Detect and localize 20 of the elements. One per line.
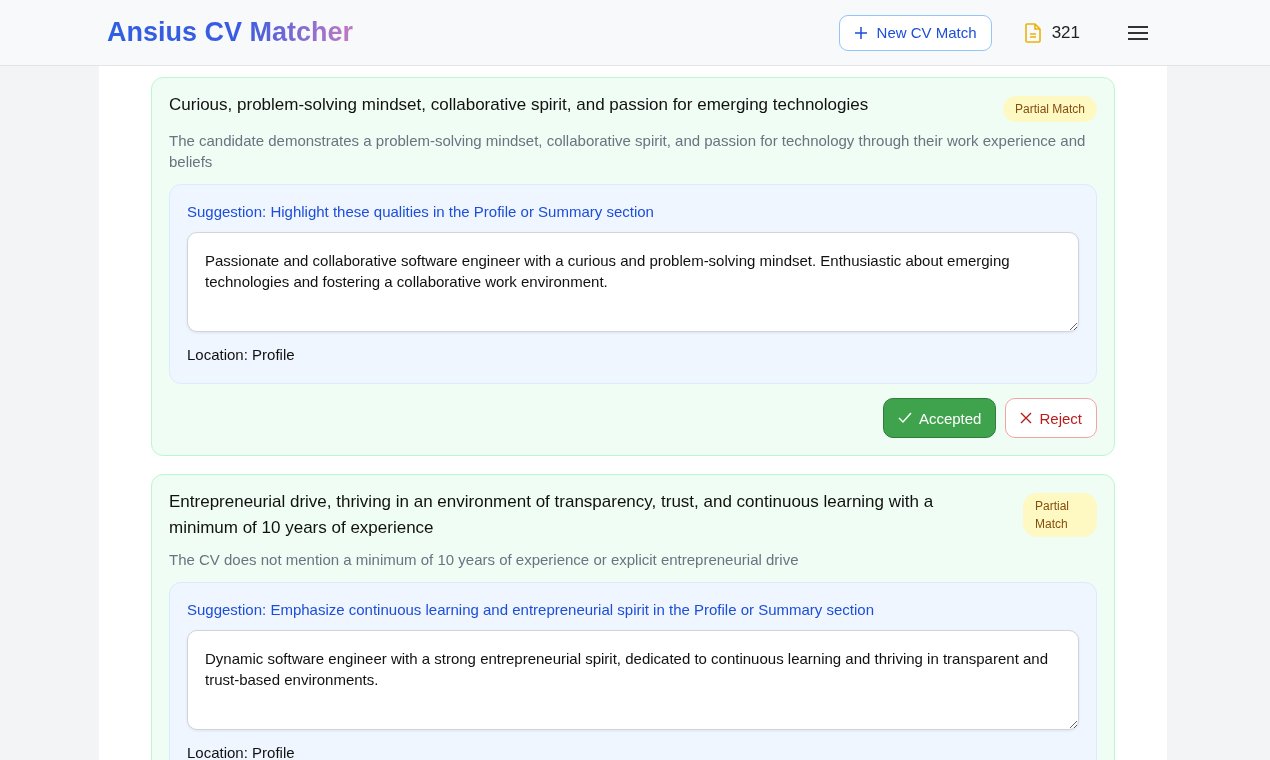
new-cv-match-button[interactable]: New CV Match [838,14,992,51]
plus-icon [853,25,868,40]
suggestion-title: Suggestion: Highlight these qualities in the Profile or Summary section [187,203,655,220]
requirement-title: Entrepreneurial drive, thriving in an environment of transparency, trust, and continuous learning with a minimum of 10 years of experience [169,491,935,539]
suggestion-text-field[interactable]: Dynamic software engineer with a strong entrepreneurial spirit, dedicated to continuous learning and thriving in transparent and trust-based environments. [187,630,1079,730]
menu-icon[interactable] [1128,24,1148,41]
location-label: Location: Profile [187,346,296,363]
suggestion-text-field[interactable]: Passionate and collaborative software engineer with a curious and problem-solving mindset. Enthusiastic about emerging technologies and fostering a collaborative work environment. [187,232,1079,332]
explanation-text: The candidate demonstrates a problem-solving mindset, collaborative spirit, and passion for technology through their work experience and beliefs [169,131,1087,172]
location-label: Location: Profile [187,744,296,760]
suggestion-title: Suggestion: Emphasize continuous learning and entrepreneurial spirit in the Profile or Summary section [187,601,876,618]
close-icon [1020,412,1033,424]
document-icon [1024,22,1041,43]
reject-button[interactable]: Reject [1005,398,1097,438]
match-badge: Partial Match [1023,493,1097,537]
credit-count: 321 [1051,22,1080,43]
match-badge: Partial Match [1002,96,1097,122]
requirement-title: Curious, problem-solving mindset, collaborative spirit, and passion for emerging technologies [169,94,869,116]
check-icon [897,412,912,424]
explanation-text: The CV does not mention a minimum of 10 years of experience or explicit entrepreneurial drive [169,550,800,570]
